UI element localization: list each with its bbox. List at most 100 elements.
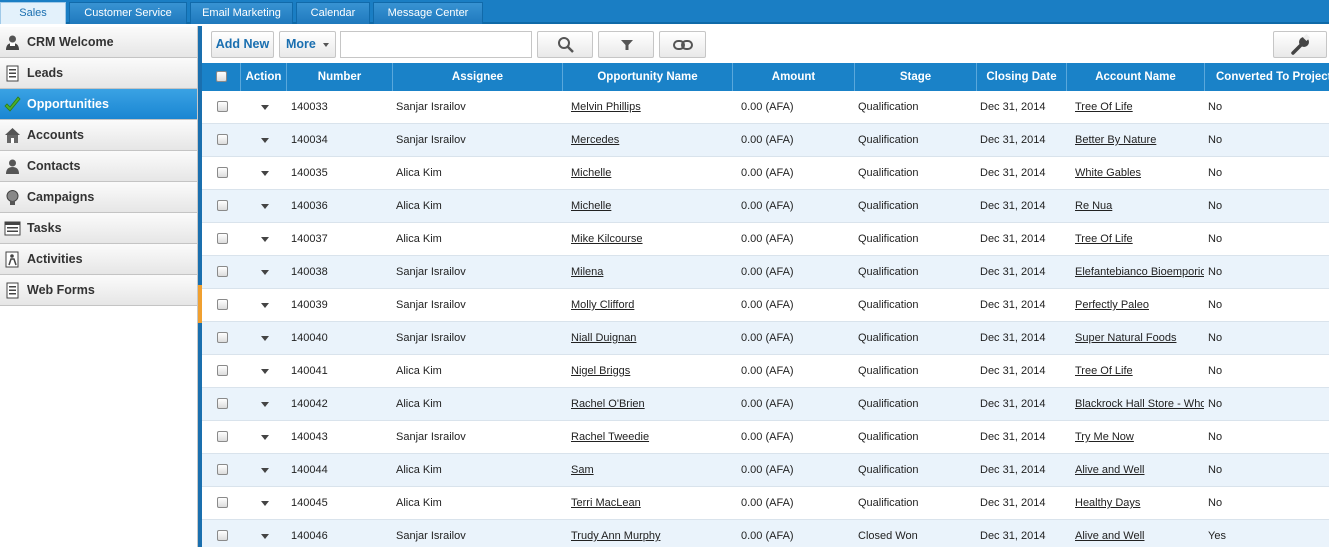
sidebar-item-tasks[interactable]: Tasks	[0, 213, 197, 244]
cell-opportunity-name[interactable]: Mercedes	[571, 124, 731, 157]
column-header-converted-to-project[interactable]: Converted To Project	[1205, 63, 1329, 91]
table-row[interactable]: 140038 Sanjar Israilov Milena 0.00 (AFA) Qua…	[202, 256, 1329, 289]
cell-account-name[interactable]: Tree Of Life	[1075, 91, 1204, 124]
row-checkbox[interactable]	[217, 167, 228, 178]
row-action-dropdown-icon[interactable]	[261, 270, 269, 275]
table-row[interactable]: 140046 Sanjar Israilov Trudy Ann Murphy 0.0…	[202, 520, 1329, 547]
row-action-dropdown-icon[interactable]	[261, 204, 269, 209]
row-checkbox[interactable]	[217, 332, 228, 343]
row-checkbox[interactable]	[217, 431, 228, 442]
column-header-assignee[interactable]: Assignee	[393, 63, 563, 91]
cell-opportunity-name[interactable]: Molly Clifford	[571, 289, 731, 322]
more-button[interactable]: More	[279, 31, 336, 58]
table-row[interactable]: 140044 Alica Kim Sam 0.00 (AFA) Qualificatio…	[202, 454, 1329, 487]
search-button[interactable]	[537, 31, 593, 58]
cell-opportunity-name[interactable]: Michelle	[571, 157, 731, 190]
sidebar-item-contacts[interactable]: Contacts	[0, 151, 197, 182]
row-checkbox[interactable]	[217, 464, 228, 475]
tab-sales[interactable]: Sales	[0, 2, 66, 24]
column-header-account-name[interactable]: Account Name	[1067, 63, 1205, 91]
cell-account-name[interactable]: Perfectly Paleo	[1075, 289, 1204, 322]
row-checkbox[interactable]	[217, 134, 228, 145]
cell-account-name[interactable]: Tree Of Life	[1075, 355, 1204, 388]
row-action-dropdown-icon[interactable]	[261, 171, 269, 176]
sidebar-item-activities[interactable]: Activities	[0, 244, 197, 275]
cell-account-name[interactable]: Re Nua	[1075, 190, 1204, 223]
row-checkbox[interactable]	[217, 530, 228, 541]
sidebar-item-opportunities[interactable]: Opportunities	[0, 89, 197, 120]
row-checkbox[interactable]	[217, 365, 228, 376]
table-row[interactable]: 140033 Sanjar Israilov Melvin Phillips 0.00…	[202, 91, 1329, 124]
tab-email-marketing[interactable]: Email Marketing	[190, 2, 293, 24]
cell-opportunity-name[interactable]: Niall Duignan	[571, 322, 731, 355]
table-row[interactable]: 140045 Alica Kim Terri MacLean 0.00 (AFA) Qu…	[202, 487, 1329, 520]
row-action-dropdown-icon[interactable]	[261, 435, 269, 440]
table-row[interactable]: 140036 Alica Kim Michelle 0.00 (AFA) Qualifi…	[202, 190, 1329, 223]
table-row[interactable]: 140035 Alica Kim Michelle 0.00 (AFA) Qualifi…	[202, 157, 1329, 190]
column-header-amount[interactable]: Amount	[733, 63, 855, 91]
cell-opportunity-name[interactable]: Mike Kilcourse	[571, 223, 731, 256]
add-new-button[interactable]: Add New	[211, 31, 274, 58]
column-header-action[interactable]: Action	[241, 63, 287, 91]
row-action-dropdown-icon[interactable]	[261, 534, 269, 539]
column-header-closing-date[interactable]: Closing Date	[977, 63, 1067, 91]
row-action-dropdown-icon[interactable]	[261, 369, 269, 374]
row-checkbox[interactable]	[217, 266, 228, 277]
cell-account-name[interactable]: Elefantebianco Bioemporio	[1075, 256, 1204, 289]
cell-account-name[interactable]: Try Me Now	[1075, 421, 1204, 454]
row-action-dropdown-icon[interactable]	[261, 468, 269, 473]
filter-button[interactable]	[598, 31, 654, 58]
cell-account-name[interactable]: Tree Of Life	[1075, 223, 1204, 256]
cell-account-name[interactable]: Alive and Well	[1075, 454, 1204, 487]
cell-opportunity-name[interactable]: Trudy Ann Murphy	[571, 520, 731, 547]
cell-account-name[interactable]: Healthy Days	[1075, 487, 1204, 520]
tab-message-center[interactable]: Message Center	[373, 2, 483, 24]
sidebar-item-leads[interactable]: Leads	[0, 58, 197, 89]
row-action-dropdown-icon[interactable]	[261, 501, 269, 506]
column-header-opportunity-name[interactable]: Opportunity Name	[563, 63, 733, 91]
sidebar-item-web-forms[interactable]: Web Forms	[0, 275, 197, 306]
sidebar-item-accounts[interactable]: Accounts	[0, 120, 197, 151]
column-header-stage[interactable]: Stage	[855, 63, 977, 91]
table-row[interactable]: 140042 Alica Kim Rachel O'Brien 0.00 (AFA) Q…	[202, 388, 1329, 421]
row-checkbox[interactable]	[217, 299, 228, 310]
cell-account-name[interactable]: Better By Nature	[1075, 124, 1204, 157]
cell-opportunity-name[interactable]: Nigel Briggs	[571, 355, 731, 388]
cell-account-name[interactable]: Alive and Well	[1075, 520, 1204, 547]
tab-customer-service[interactable]: Customer Service	[69, 2, 187, 24]
cell-opportunity-name[interactable]: Melvin Phillips	[571, 91, 731, 124]
table-row[interactable]: 140043 Sanjar Israilov Rachel Tweedie 0.00 …	[202, 421, 1329, 454]
cell-account-name[interactable]: Blackrock Hall Store - Whole	[1075, 388, 1204, 421]
cell-opportunity-name[interactable]: Rachel O'Brien	[571, 388, 731, 421]
table-row[interactable]: 140037 Alica Kim Mike Kilcourse 0.00 (AFA) Q…	[202, 223, 1329, 256]
cell-opportunity-name[interactable]: Sam	[571, 454, 731, 487]
cell-opportunity-name[interactable]: Michelle	[571, 190, 731, 223]
cell-opportunity-name[interactable]: Rachel Tweedie	[571, 421, 731, 454]
row-action-dropdown-icon[interactable]	[261, 105, 269, 110]
table-row[interactable]: 140034 Sanjar Israilov Mercedes 0.00 (AFA) Q…	[202, 124, 1329, 157]
link-button[interactable]	[659, 31, 706, 58]
select-all-checkbox[interactable]	[216, 71, 227, 82]
table-row[interactable]: 140041 Alica Kim Nigel Briggs 0.00 (AFA) Qua…	[202, 355, 1329, 388]
column-header-number[interactable]: Number	[287, 63, 393, 91]
tab-calendar[interactable]: Calendar	[296, 2, 370, 24]
row-action-dropdown-icon[interactable]	[261, 237, 269, 242]
cell-account-name[interactable]: Super Natural Foods	[1075, 322, 1204, 355]
cell-account-name[interactable]: White Gables	[1075, 157, 1204, 190]
row-action-dropdown-icon[interactable]	[261, 138, 269, 143]
row-action-dropdown-icon[interactable]	[261, 336, 269, 341]
settings-button[interactable]	[1273, 31, 1327, 58]
row-checkbox[interactable]	[217, 200, 228, 211]
cell-opportunity-name[interactable]: Terri MacLean	[571, 487, 731, 520]
row-checkbox[interactable]	[217, 398, 228, 409]
cell-opportunity-name[interactable]: Milena	[571, 256, 731, 289]
row-checkbox[interactable]	[217, 497, 228, 508]
row-action-dropdown-icon[interactable]	[261, 402, 269, 407]
sidebar-item-crm-welcome[interactable]: CRM Welcome	[0, 27, 197, 58]
row-checkbox[interactable]	[217, 101, 228, 112]
table-row[interactable]: 140040 Sanjar Israilov Niall Duignan 0.00 (…	[202, 322, 1329, 355]
search-input[interactable]	[340, 31, 532, 58]
row-action-dropdown-icon[interactable]	[261, 303, 269, 308]
table-row[interactable]: 140039 Sanjar Israilov Molly Clifford 0.00 …	[202, 289, 1329, 322]
row-checkbox[interactable]	[217, 233, 228, 244]
